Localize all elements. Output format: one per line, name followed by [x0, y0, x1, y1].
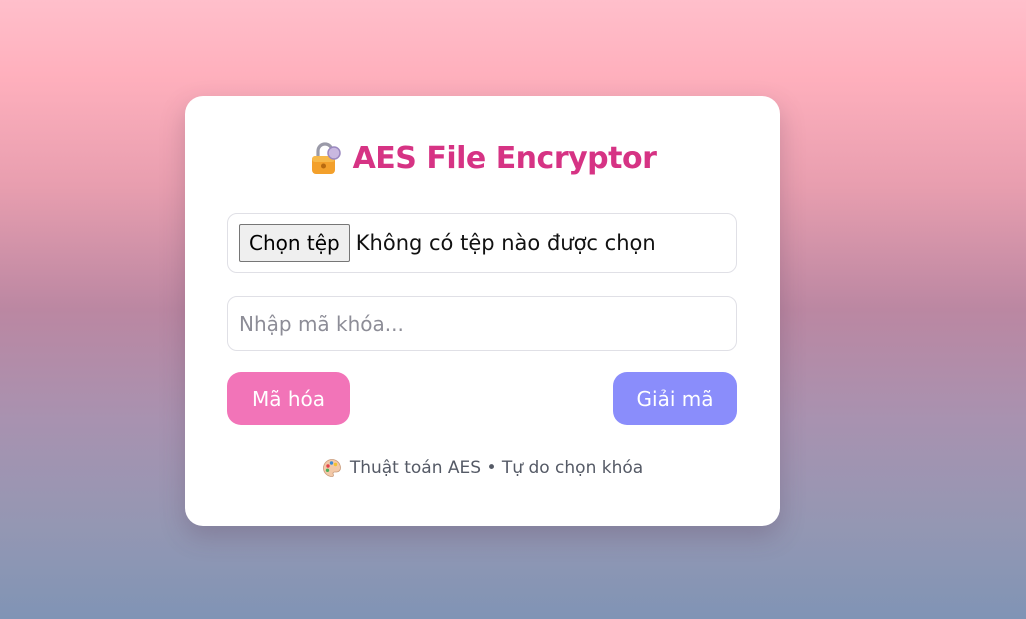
file-picker[interactable]: Chọn tệp Không có tệp nào được chọn [227, 213, 737, 273]
footer-text: Thuật toán AES • Tự do chọn khóa [349, 458, 644, 478]
page-title: AES File Encryptor [185, 138, 780, 178]
lock-icon [309, 141, 341, 175]
file-status: Không có tệp nào được chọn [355, 231, 656, 255]
palette-icon [322, 458, 342, 478]
footer: Thuật toán AES • Tự do chọn khóa [185, 458, 780, 478]
encrypt-button[interactable]: Mã hóa [227, 372, 350, 425]
encryptor-card: AES File Encryptor Chọn tệp Không có tệp… [185, 96, 780, 526]
app-title: AES File Encryptor [352, 140, 657, 176]
key-input[interactable] [227, 296, 737, 351]
choose-file-button[interactable]: Chọn tệp [239, 224, 350, 262]
decrypt-button[interactable]: Giải mã [613, 372, 737, 425]
